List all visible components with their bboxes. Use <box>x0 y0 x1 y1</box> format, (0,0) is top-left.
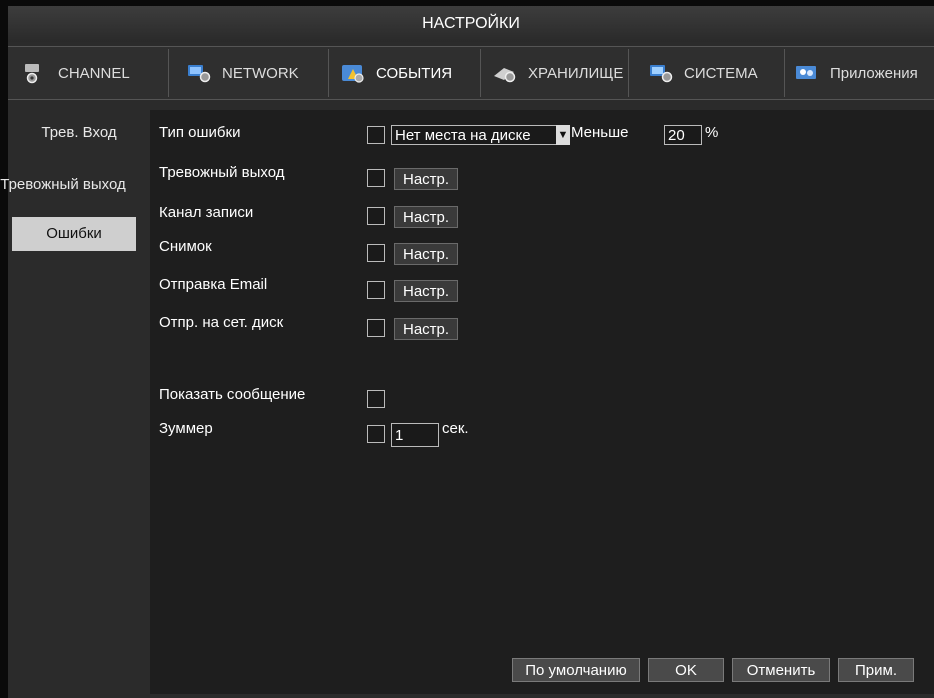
error-type-select[interactable]: Нет места на диске <box>391 125 563 145</box>
sidebar-item-errors[interactable]: Ошибки <box>12 217 136 251</box>
buzzer-checkbox[interactable] <box>367 425 385 443</box>
error-type-checkbox[interactable] <box>367 126 385 144</box>
net-disk-checkbox[interactable] <box>367 319 385 337</box>
snapshot-checkbox[interactable] <box>367 244 385 262</box>
tab-network[interactable]: NETWORK <box>186 47 322 99</box>
alarm-out-setup-button[interactable]: Настр. <box>394 168 459 190</box>
snapshot-label: Снимок <box>159 238 212 255</box>
record-channel-setup-button[interactable]: Настр. <box>394 206 459 228</box>
net-disk-label: Отпр. на сет. диск <box>159 314 284 331</box>
tab-separator <box>628 49 629 97</box>
tab-system-label: СИСТЕМА <box>684 64 758 82</box>
network-gear-icon <box>188 65 211 83</box>
tab-network-label: NETWORK <box>222 64 299 82</box>
tab-separator <box>328 49 329 97</box>
tab-storage[interactable]: ХРАНИЛИЩЕ <box>492 47 626 99</box>
sidebar-item-alarm-output[interactable]: Тревожный выход <box>0 176 134 193</box>
buzzer-label: Зуммер <box>159 420 213 437</box>
net-disk-setup-button[interactable]: Настр. <box>394 318 459 340</box>
events-icon <box>342 65 364 83</box>
percent-input[interactable]: 20 <box>664 125 702 145</box>
apps-icon <box>796 66 816 79</box>
default-button[interactable]: По умолчанию <box>512 658 640 682</box>
tab-separator <box>168 49 169 97</box>
tab-separator <box>480 49 481 97</box>
tab-separator <box>784 49 785 97</box>
alarm-out-label: Тревожный выход <box>159 164 285 181</box>
storage-icon <box>494 68 516 83</box>
percent-unit: % <box>705 124 719 141</box>
send-email-label: Отправка Email <box>159 276 268 293</box>
tab-apps-label: Приложения <box>830 64 918 82</box>
cancel-button[interactable]: Отменить <box>732 658 830 682</box>
send-email-setup-button[interactable]: Настр. <box>394 280 459 302</box>
tab-channel[interactable]: CHANNEL <box>22 47 162 99</box>
window-title: НАСТРОЙКИ <box>8 6 934 42</box>
system-gear-icon <box>650 65 673 83</box>
error-type-label: Тип ошибки <box>159 124 241 141</box>
tab-system[interactable]: СИСТЕМА <box>648 47 778 99</box>
chevron-down-icon[interactable]: ▼ <box>556 125 570 145</box>
record-channel-checkbox[interactable] <box>367 207 385 225</box>
show-message-label: Показать сообщение <box>159 386 306 403</box>
apply-button[interactable]: Прим. <box>838 658 914 682</box>
less-label: Меньше <box>571 124 629 141</box>
record-channel-label: Канал записи <box>159 204 254 221</box>
camera-gear-icon <box>25 64 39 84</box>
settings-window: НАСТРОЙКИ CHANNEL NETWORK СОБЫТИЯ ХРАНИЛ… <box>0 6 934 698</box>
tab-events[interactable]: СОБЫТИЯ <box>340 47 474 99</box>
ok-button[interactable]: OK <box>648 658 724 682</box>
sidebar-item-alarm-input[interactable]: Трев. Вход <box>8 124 150 141</box>
buzzer-unit: сек. <box>442 420 469 437</box>
show-message-checkbox[interactable] <box>367 390 385 408</box>
settings-panel: Тип ошибки Нет места на диске ▼ Меньше 2… <box>150 110 934 694</box>
tab-bar: CHANNEL NETWORK СОБЫТИЯ ХРАНИЛИЩЕ СИСТЕМ… <box>8 46 934 100</box>
tab-events-label: СОБЫТИЯ <box>376 64 453 82</box>
tab-storage-label: ХРАНИЛИЩЕ <box>528 64 624 82</box>
alarm-out-checkbox[interactable] <box>367 169 385 187</box>
sidebar: Трев. Вход Тревожный выход Ошибки <box>0 110 150 698</box>
tab-channel-label: CHANNEL <box>58 64 130 82</box>
tab-apps[interactable]: Приложения <box>794 47 934 99</box>
buzzer-seconds-input[interactable]: 1 <box>391 423 439 447</box>
send-email-checkbox[interactable] <box>367 281 385 299</box>
snapshot-setup-button[interactable]: Настр. <box>394 243 459 265</box>
